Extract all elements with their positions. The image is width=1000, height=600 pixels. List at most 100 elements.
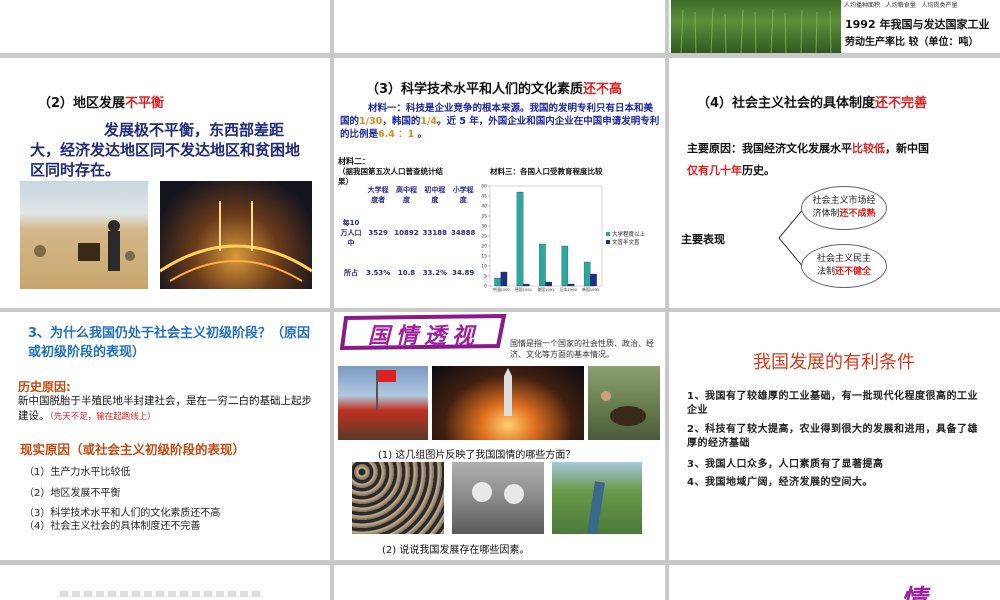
y-tick-label: 45 [481,194,487,200]
cell-share-university: 3.53% [366,269,391,277]
main-manifestation-label: 主要表现 [681,233,725,246]
y-tick-label: 35 [481,214,487,220]
history-note: （先天不足，输在起跑线上） [49,412,156,422]
slide-system-imperfect[interactable]: （4）社会主义社会的具体制度还不完善 主要原因：我国经济文化发展水平比较低，新中… [669,58,1000,308]
material1-part-b: ，韩国的 [382,116,421,127]
condition-item-4: 4、我国地域广阔，经济发展的空间大。 [687,477,873,488]
rice-field-texture [680,7,832,53]
oval2-line1: 社会主义民主 [816,254,871,264]
oval1-line2: 济体制 [812,209,840,219]
slide-favorable-conditions[interactable]: 我国发展的有利条件 1、我国有了较雄厚的工业基础，有一批现代化程度很高的工业企业… [669,312,1000,560]
oval2-line2: 法制 [816,267,835,277]
condition-item-2: 2、科技有了较大提高，农业得到很大的发展和进用，具备了雄厚的经济基础 [687,424,978,449]
slide-regional-imbalance[interactable]: （2）地区发展不平衡 发展极不平衡，东西部差距大，经济发达地区同不发达地区和贫困… [0,58,330,308]
river-photo [552,462,642,535]
title-highlight: 还不高 [583,82,623,97]
title-highlight: 还不完善 [875,96,928,111]
x-tick-label: 德国1991 [515,287,533,292]
crowd-photo [352,462,444,534]
slide-top-middle [334,0,665,53]
condition-item-3: 3、我国人口众多，人口素质有了显著提高 [687,459,884,470]
material1-part-d: 。 [414,129,428,140]
cell-share-middle-school: 33.2% [422,269,447,277]
faint-text-fragment [60,591,260,597]
cell-high-school: 10892 [394,229,419,237]
reason-part-a: 我国经济文化发展水平 [742,142,852,155]
legend-label: 大学程度以上 [612,230,646,238]
river-path [587,481,605,535]
national-definition: 国情是指一个国家的社会性质、政治、经济、文化等方面的基本情况。 [510,339,654,359]
top-right-small-captions: 人均播种面积 人均粮食量 人均肉类产量 [844,0,958,9]
x-tick-label: 美国1991 [537,287,555,292]
desert-figures [34,220,135,271]
slide-title: 我国发展的有利条件 [753,352,915,373]
ox-figure [601,391,646,426]
material1-text: 材料一：科技是企业竞争的根本来源。我国的发明专利只有日本和美国的1/30，韩国的… [340,102,660,141]
legend-swatch [606,232,610,236]
masked-people [472,482,524,504]
oval2-highlight: 还不健全 [835,267,872,277]
bar-university [561,245,569,287]
slide-why-primary-stage[interactable]: 3、为什么我国仍处于社会主义初级阶段？（原因或初级阶段的表现） 历史原因: 新中… [0,312,330,560]
history-label: 历史原因: [18,380,71,394]
ratio-foreign-domestic: 6.4 ：1 [378,129,415,140]
cell-middle-school: 33188 [422,229,448,237]
slide-top-left [0,0,330,53]
oval-democracy-law: 社会主义民主 法制还不健全 [801,244,887,288]
oval1-highlight: 还不成熟 [839,209,876,219]
main-reason-text: 主要原因：我国经济文化发展水平比较低，新中国 仅有几十年历史。 [687,138,977,182]
row-label-share: 所占 [344,269,358,277]
history-text: 新中国脱胎于半殖民地半封建社会，是在一穷二白的基础上起步建设。（先天不足，输在起… [18,394,318,425]
reason-label: 主要原因： [687,142,742,155]
slide-title: （2）地区发展不平衡 [38,92,164,111]
flag-icon [376,370,396,410]
ratio-japan-us: 1/30 [359,116,383,127]
slide-national-conditions[interactable]: 国情透视 国情是指一个国家的社会性质、政治、经济、文化等方面的基本情况。 (1)… [334,312,665,560]
reason-item-1: （1）生产力水平比较低 [24,467,131,478]
caption-small-3: 人均肉类产量 [921,2,958,9]
title-prefix: （4）社会主义社会的具体制度 [697,96,876,111]
bar-illiterate [500,271,508,287]
bar-university [494,277,501,287]
legend-swatch [606,240,610,244]
header-high-school: 高中程度 [395,186,417,204]
condition-item-1: 1、我国有了较雄厚的工业基础，有一批现代化程度很高的工业企业 [687,391,978,416]
slide-bottom-left [0,565,330,600]
y-tick-label: 40 [481,204,487,210]
education-bar-chart: 0 5 10 15 20 25 30 35 40 45 50 中国2000 德国1991 美国1991 日本… [481,184,646,293]
bar-illiterate [590,273,597,287]
bottom-right-fragment: 情 [901,585,928,600]
banner-text: 国情透视 [368,323,481,349]
banner-national-conditions: 国情透视 [340,314,510,350]
top-right-caption-line2: 劳动生产率比 较（单位：吨） [845,37,979,48]
material2-title: 材料二： [338,157,370,166]
cell-share-high-school: 10.8 [397,269,416,277]
title-prefix: （2）地区发展 [38,96,126,111]
bar-university [539,243,546,287]
cell-university: 3529 [368,229,388,237]
title-prefix: （3）科学技术水平和人们的文化素质 [366,82,584,97]
reason-highlight-decades: 仅有几十年 [687,164,742,177]
reality-label: 现实原因（或社会主义初级阶段的表现） [20,442,246,457]
oval-market-economy: 社会主义市场经 济体制还不成熟 [801,186,887,230]
y-tick-label: 25 [481,234,487,240]
y-tick-label: 5 [484,274,487,280]
reason-item-2: （2）地区发展不平衡 [24,488,121,499]
y-tick-label: 10 [481,264,487,270]
slide-science-culture[interactable]: （3）科学技术水平和人们的文化素质还不高 材料一：科技是企业竞争的根本来源。我国… [334,58,665,308]
slide-title: （4）社会主义社会的具体制度还不完善 [697,92,927,111]
y-tick-label: 30 [481,224,487,230]
question-1: (1) 这几组图片反映了我国国情的哪些方面？ [378,450,576,461]
header-middle-school: 初中程度 [424,186,446,204]
bar-illiterate [523,283,530,287]
census-table: 大学程度者 高中程度 初中程度 小学程度 每10万人口中 3529 10892 … [338,184,477,286]
regional-body-text: 发展极不平衡，东西部差距大，经济发达地区同不发达地区和贫困地区同时存在。 [30,121,301,179]
legend-label: 文盲半文盲 [612,238,640,246]
x-tick-label: 日本1990 [560,287,578,292]
slide-title: 3、为什么我国仍处于社会主义初级阶段？（原因或初级阶段的表现） [28,326,311,360]
reason-part-c: 历史。 [742,164,775,177]
caption-small-1: 人均播种面积 [844,2,881,9]
y-tick-label: 15 [481,254,487,260]
top-right-caption-line1: 1992 年我国与发达国家工业 [845,18,990,31]
x-tick-label: 中国2000 [493,287,511,292]
